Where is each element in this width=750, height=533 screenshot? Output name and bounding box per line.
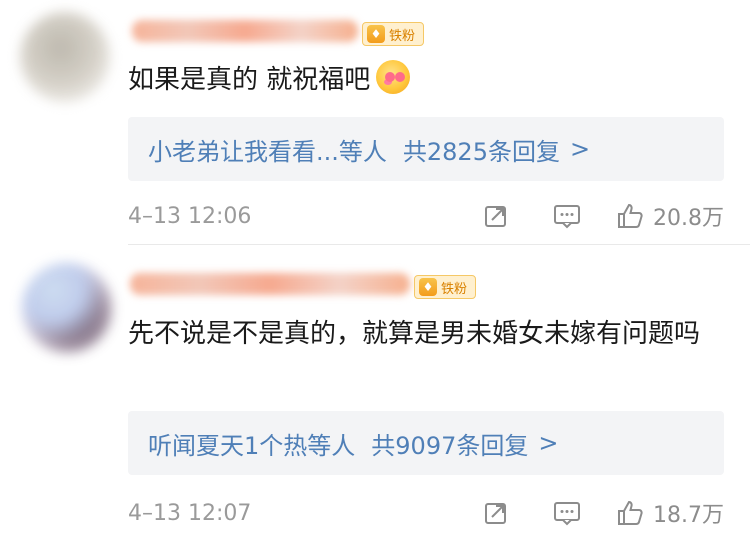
avatar[interactable] [20,12,110,102]
username-blurred[interactable] [130,273,410,295]
like-count: 18.7万 [653,503,724,528]
replies-total[interactable]: 共9097条回复 [371,426,528,461]
replies-preview[interactable]: 听闻夏天1个热等人 共9097条回复 > [128,411,724,475]
blush-emoji-icon [376,60,411,94]
replies-preview-users[interactable]: 小老弟让我看看...等人 [148,132,387,167]
chevron-right-icon[interactable]: > [538,429,558,457]
replies-total[interactable]: 共2825条回复 [403,132,560,167]
replies-preview[interactable]: 小老弟让我看看...等人 共2825条回复 > [128,117,724,181]
like-button[interactable]: 20.8万 [615,200,724,232]
comment-text-container: 如果是真的 就祝福吧 [128,60,722,99]
comment-button[interactable] [553,500,581,526]
username-blurred[interactable] [132,20,358,42]
fan-badge: ♦ 铁粉 [414,275,477,299]
thumb-up-icon [618,500,643,525]
share-button[interactable] [483,203,509,229]
thumb-up-icon [618,203,643,228]
replies-preview-users[interactable]: 听闻夏天1个热等人 [148,426,355,461]
comment-item: ♦ 铁粉 先不说是不是真的，就算是男未婚女未嫁有问题吗 听闻夏天1个热等人 共9… [0,245,750,533]
comment-text-container: 先不说是不是真的，就算是男未婚女未嫁有问题吗 [128,315,722,353]
fan-badge-label: 铁粉 [389,28,416,44]
comment-text: 如果是真的 就祝福吧 [128,65,371,95]
comment-button[interactable] [553,203,581,229]
avatar[interactable] [22,263,112,353]
like-button[interactable]: 18.7万 [615,497,724,529]
fan-badge-label: 铁粉 [441,281,468,297]
comment-text: 先不说是不是真的，就算是男未婚女未嫁有问题吗 [128,319,701,349]
like-count: 20.8万 [653,206,724,231]
comment-icon [554,205,580,229]
fan-badge: ♦ 铁粉 [362,22,425,46]
fan-badge-icon: ♦ [367,25,385,43]
share-button[interactable] [483,500,509,526]
comment-footer: 4–13 12:07 18.7万 [128,493,724,533]
timestamp: 4–13 12:07 [128,500,252,526]
comment-item: ♦ 铁粉 如果是真的 就祝福吧 小老弟让我看看...等人 共2825条回复 > … [0,0,750,245]
fan-badge-icon: ♦ [419,278,437,296]
comment-footer: 4–13 12:06 20.8万 [128,196,724,236]
timestamp: 4–13 12:06 [128,203,252,229]
comment-icon [554,502,580,526]
share-icon [485,503,506,524]
chevron-right-icon[interactable]: > [570,135,590,163]
share-icon [485,206,506,227]
